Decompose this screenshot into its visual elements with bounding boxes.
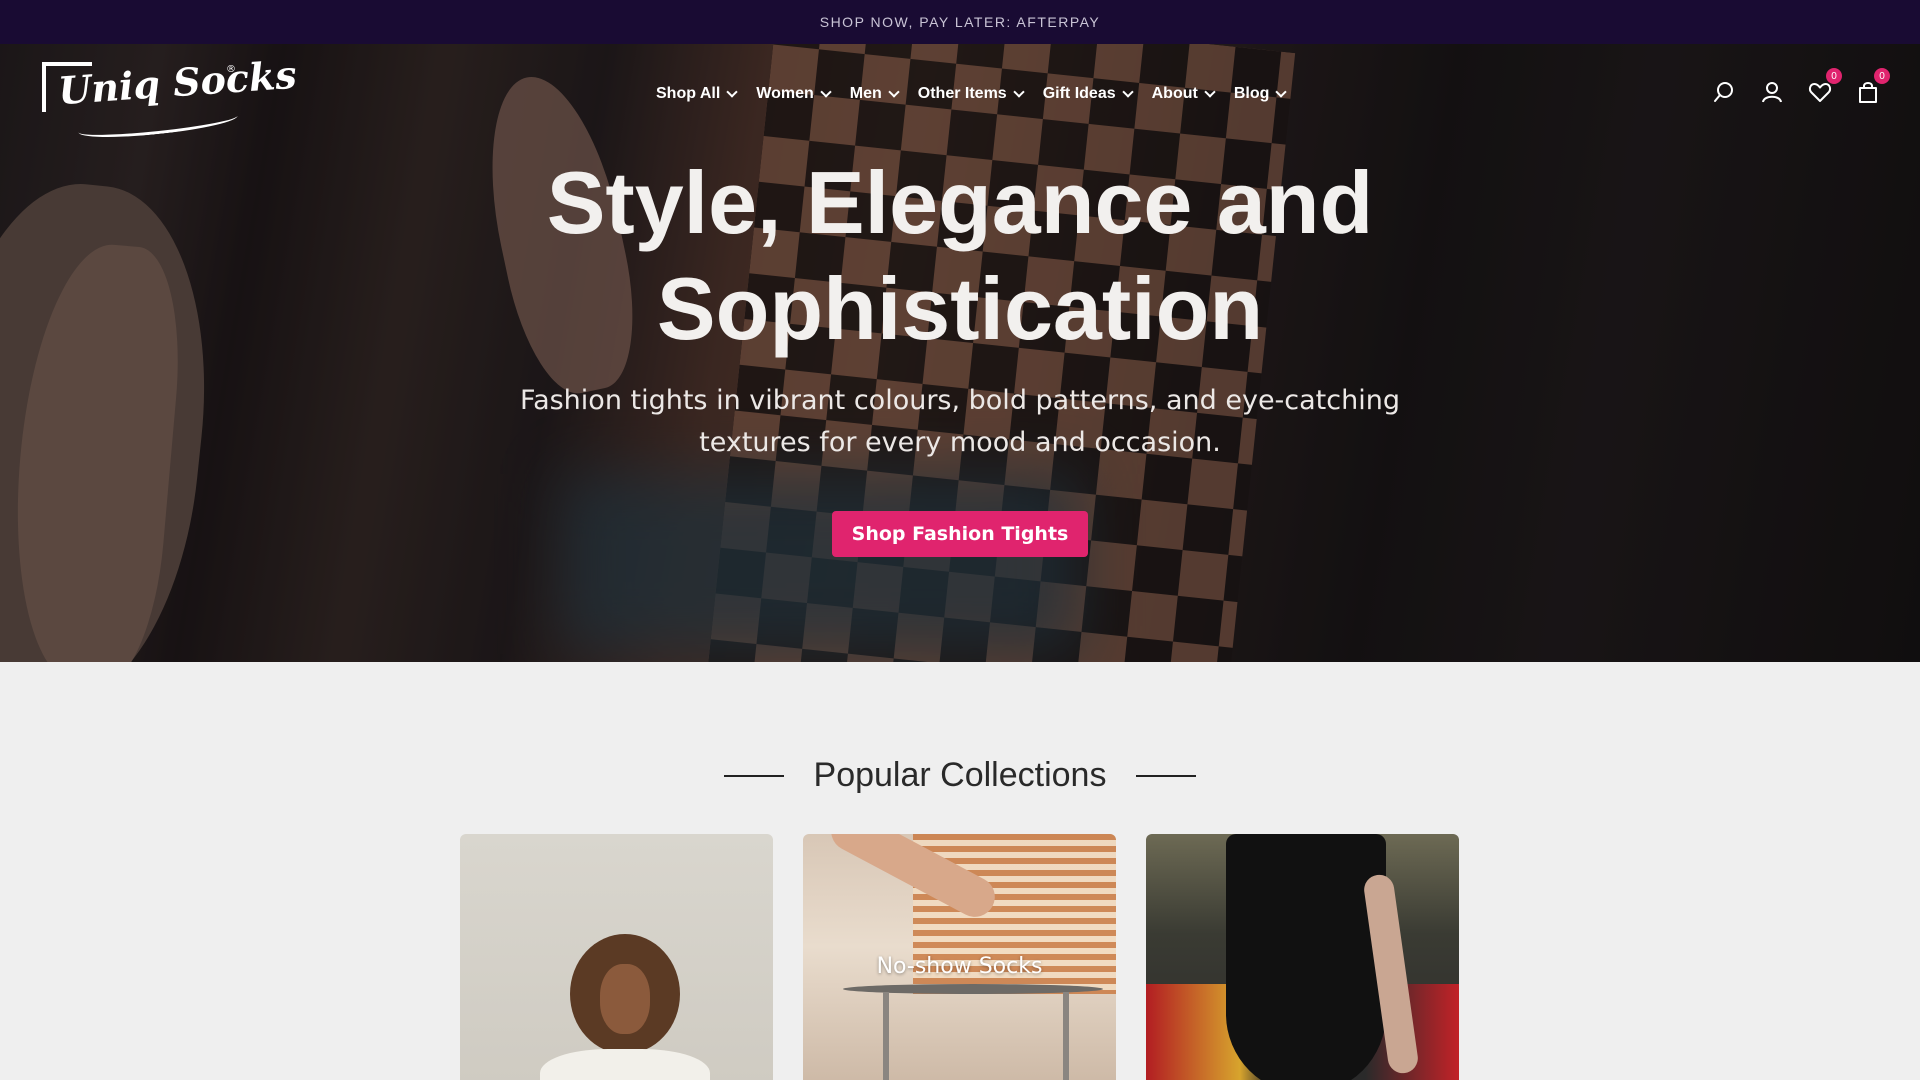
cart-button[interactable]: 0: [1856, 68, 1890, 104]
collection-image-jacket: [540, 1049, 710, 1080]
heart-icon: [1808, 83, 1832, 102]
chevron-down-icon: [726, 86, 738, 98]
nav-item-blog[interactable]: Blog: [1233, 82, 1288, 106]
nav-item-about[interactable]: About: [1151, 82, 1216, 106]
nav-item-women[interactable]: Women: [756, 82, 832, 106]
wishlist-count-badge: 0: [1826, 68, 1842, 84]
site-logo[interactable]: Uniq Socks ®: [42, 52, 298, 143]
collection-image-table-leg: [1063, 992, 1069, 1080]
collections-heading: Popular Collections: [0, 756, 1920, 795]
nav-item-label: About: [1151, 85, 1198, 102]
collection-image-model-face: [600, 964, 650, 1034]
chevron-down-icon: [820, 86, 832, 98]
collection-card[interactable]: [460, 834, 773, 1080]
chevron-down-icon: [1121, 86, 1134, 98]
shop-fashion-tights-button[interactable]: Shop Fashion Tights: [832, 511, 1088, 557]
nav-item-men[interactable]: Men: [849, 82, 900, 106]
main-navigation: Shop All Women Men Other Items Gift Idea…: [656, 82, 1305, 106]
nav-item-label: Gift Ideas: [1042, 85, 1116, 102]
search-button[interactable]: [1712, 80, 1736, 104]
user-icon: [1762, 82, 1782, 103]
collection-image-table-leg: [883, 992, 889, 1080]
registered-mark: ®: [226, 64, 236, 75]
nav-item-other-items[interactable]: Other Items: [917, 82, 1025, 106]
collection-image-black-dress: [1226, 834, 1386, 1080]
search-icon: [1714, 82, 1733, 102]
collection-card[interactable]: [1146, 834, 1459, 1080]
chevron-down-icon: [1204, 86, 1216, 98]
bag-icon: [1859, 82, 1877, 103]
collections-title: Popular Collections: [813, 756, 1107, 794]
account-button[interactable]: [1760, 80, 1784, 104]
wishlist-button[interactable]: 0: [1808, 68, 1842, 104]
chevron-down-icon: [888, 86, 900, 98]
nav-item-label: Other Items: [917, 85, 1007, 102]
heading-divider-left: [723, 774, 784, 777]
nav-item-label: Men: [849, 85, 882, 102]
nav-item-shop-all[interactable]: Shop All: [656, 82, 738, 106]
heading-divider-right: [1136, 774, 1197, 777]
announcement-bar: SHOP NOW, PAY LATER: AFTERPAY: [0, 0, 1920, 44]
chevron-down-icon: [1275, 86, 1288, 98]
chevron-down-icon: [1013, 86, 1025, 98]
announcement-text: SHOP NOW, PAY LATER: AFTERPAY: [819, 14, 1101, 30]
nav-item-label: Blog: [1233, 85, 1270, 102]
collections-grid: No-show Socks: [460, 834, 1459, 1080]
header-actions: 0 0: [1712, 68, 1890, 104]
nav-item-label: Shop All: [656, 85, 721, 102]
collection-card-label: No-show Socks: [876, 954, 1043, 979]
hero-subtitle: Fashion tights in vibrant colours, bold …: [520, 385, 1400, 458]
nav-item-label: Women: [756, 85, 814, 102]
hero-title: Style, Elegance and Sophistication: [546, 153, 1374, 358]
nav-item-gift-ideas[interactable]: Gift Ideas: [1042, 82, 1134, 106]
collection-card-no-show-socks[interactable]: No-show Socks: [803, 834, 1116, 1080]
cart-count-badge: 0: [1874, 68, 1890, 84]
